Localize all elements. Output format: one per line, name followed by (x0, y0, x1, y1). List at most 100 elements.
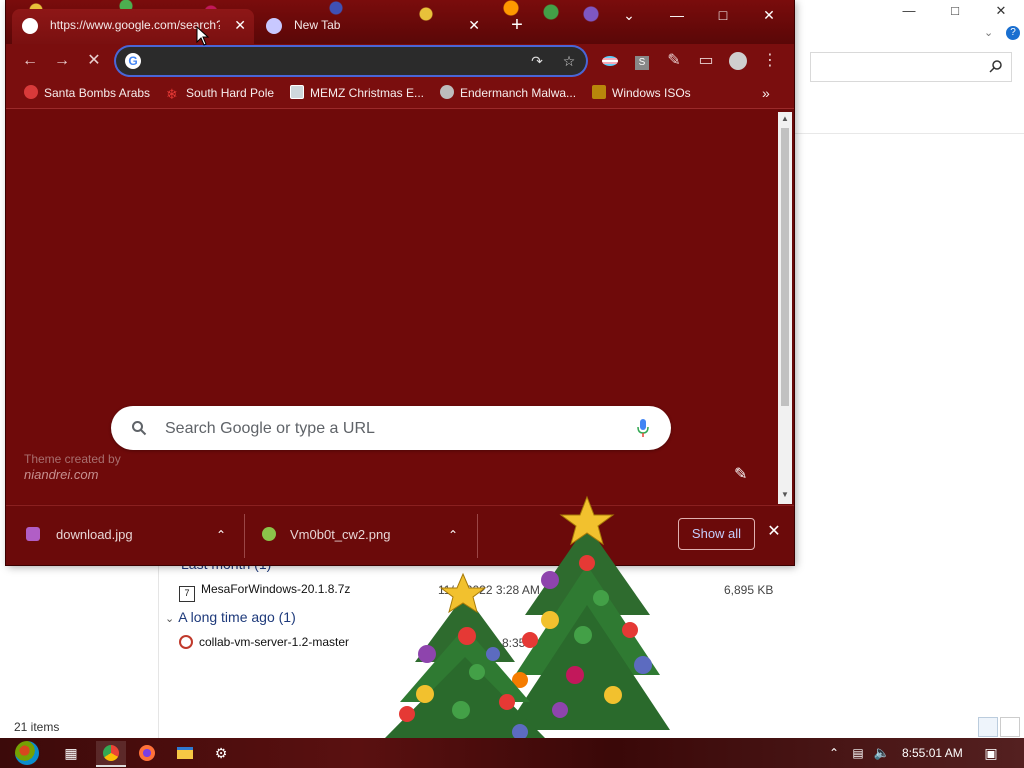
browser-toolbar: ← → ✕ G ↷ ☆ S ✎ ▭ ⋮ (6, 44, 794, 78)
chrome-window: https://www.google.com/search? ✕ New Tab… (6, 0, 794, 565)
bookmark-endermanch-malware[interactable]: Endermanch Malwa... (440, 84, 576, 102)
tiles-view-icon[interactable] (1000, 717, 1020, 737)
mouse-cursor-icon (196, 26, 210, 46)
explorer-search-input[interactable] (810, 52, 1012, 82)
divider (244, 514, 245, 558)
notifications-icon[interactable]: ▣ (978, 741, 1004, 765)
start-button[interactable] (10, 741, 44, 765)
chevron-up-icon[interactable]: ⌃ (448, 506, 458, 564)
close-tab-icon[interactable]: ✕ (234, 9, 246, 42)
status-item-count: 21 items (14, 720, 60, 734)
theme-credit-label: Theme created by (24, 452, 121, 466)
bookmark-windows-isos[interactable]: Windows ISOs (592, 84, 691, 102)
taskbar-chrome-icon[interactable] (96, 741, 126, 767)
stop-loading-icon[interactable]: ✕ (84, 51, 104, 71)
chevron-down-icon[interactable]: ⌄ (984, 26, 993, 39)
google-search-box[interactable] (111, 406, 671, 450)
new-tab-page: Theme created by niandrei.com ✎ (6, 109, 778, 504)
scroll-down-icon[interactable]: ▼ (781, 490, 789, 499)
google-icon (22, 18, 38, 34)
menu-kebab-icon[interactable]: ⋮ (760, 51, 780, 71)
network-icon[interactable]: ▤ (846, 741, 870, 765)
search-input[interactable] (163, 418, 607, 440)
close-window-button[interactable]: ✕ (746, 0, 792, 30)
file-date: …8:35 P (490, 636, 537, 650)
image-file-icon (262, 527, 276, 541)
tab-title: New Tab (294, 18, 341, 32)
volume-icon[interactable]: 🔈 (870, 741, 894, 765)
taskbar-file-explorer-icon[interactable] (170, 741, 200, 765)
snowflake-icon: ❄ (166, 86, 178, 102)
explorer-maximize-button[interactable]: □ (932, 0, 978, 22)
bookmark-star-icon[interactable]: ☆ (560, 52, 578, 70)
search-icon (989, 60, 1002, 73)
address-input[interactable] (150, 51, 504, 73)
taskbar-clock[interactable]: 8:55:01 AM (902, 738, 968, 768)
google-icon: G (125, 53, 141, 69)
tab-search-icon[interactable]: ⌄ (606, 0, 652, 30)
explorer-close-button[interactable]: ✕ (978, 0, 1024, 22)
task-view-icon[interactable]: ▦ (56, 741, 86, 765)
theme-credit-link[interactable]: niandrei.com (24, 467, 121, 483)
divider (795, 133, 1024, 134)
file-name: MesaForWindows-20.1.8.7z (201, 582, 351, 596)
group-label: A long time ago (1) (178, 609, 296, 625)
taskbar-firefox-icon[interactable] (132, 741, 162, 765)
chevron-up-icon[interactable]: ⌃ (216, 506, 226, 564)
show-all-button[interactable]: Show all (678, 518, 755, 550)
minimize-button[interactable]: — (654, 0, 700, 30)
bookmark-label: Endermanch Malwa... (460, 86, 577, 100)
scroll-thumb[interactable] (781, 128, 789, 406)
image-icon (290, 85, 304, 99)
file-name: collab-vm-server-1.2-master (199, 635, 350, 649)
file-row[interactable]: 7 MesaForWindows-20.1.8.7z (179, 582, 350, 602)
profile-avatar-icon[interactable] (728, 51, 748, 71)
explorer-minimize-button[interactable]: — (886, 0, 932, 22)
bookmarks-bar: Santa Bombs Arabs ❄ South Hard Pole MEMZ … (6, 78, 794, 109)
close-tab-icon[interactable]: ✕ (468, 9, 480, 42)
nav-pane-divider (158, 540, 159, 738)
download-item[interactable]: download.jpg ⌃ (26, 506, 236, 564)
search-icon (132, 421, 147, 436)
file-size: 6,895 KB (724, 583, 774, 597)
new-tab-button[interactable]: + (506, 14, 528, 36)
group-header-long-ago[interactable]: ⌄ A long time ago (1) (165, 609, 296, 625)
details-view-icon[interactable] (978, 717, 998, 737)
extension-s-icon[interactable]: S (632, 51, 652, 71)
share-icon[interactable]: ↷ (528, 52, 546, 70)
chevron-up-icon[interactable]: ⌃ (822, 741, 846, 765)
bookmark-label: MEMZ Christmas E... (310, 86, 425, 100)
file-row[interactable]: collab-vm-server-1.2-master (179, 635, 349, 649)
taskbar-settings-icon[interactable]: ⚙ (206, 741, 236, 765)
page-scrollbar[interactable]: ▲ ▼ (778, 112, 792, 504)
back-icon[interactable]: ← (20, 51, 40, 71)
customize-pencil-icon[interactable]: ✎ (734, 464, 752, 483)
download-name: Vm0b0t_cw2.png (290, 527, 391, 542)
tab-google-search[interactable]: https://www.google.com/search? ✕ (12, 9, 254, 44)
skull-icon (440, 85, 454, 99)
bookmarks-overflow-icon[interactable]: » (762, 84, 770, 102)
tab-title: https://www.google.com/search? (50, 18, 220, 32)
maximize-button[interactable]: □ (700, 0, 746, 30)
santa-icon (24, 85, 38, 99)
tab-strip: https://www.google.com/search? ✕ New Tab… (6, 0, 794, 44)
file-date: 11/…2022 3:28 AM (438, 583, 540, 597)
help-icon[interactable]: ? (1006, 26, 1020, 40)
side-panel-icon[interactable]: ▭ (696, 51, 716, 71)
address-bar[interactable]: G ↷ ☆ (116, 47, 586, 75)
theme-credit: Theme created by niandrei.com (24, 451, 121, 483)
bookmark-memz-christmas[interactable]: MEMZ Christmas E... (290, 84, 424, 102)
close-icon[interactable]: ✕ (766, 524, 782, 540)
scroll-up-icon[interactable]: ▲ (781, 114, 789, 123)
download-item[interactable]: Vm0b0t_cw2.png ⌃ (262, 506, 472, 564)
bookmark-santa-bombs-arabs[interactable]: Santa Bombs Arabs (24, 84, 150, 102)
bookmark-label: South Hard Pole (186, 86, 275, 100)
extension-flag-icon[interactable] (600, 51, 620, 71)
taskbar: ▦ ⚙ ⌃ ▤ 🔈 8:55:01 AM ▣ (0, 738, 1024, 768)
tab-new-tab[interactable]: New Tab ✕ (256, 9, 488, 44)
microphone-icon[interactable] (637, 418, 649, 438)
package-icon (179, 635, 193, 649)
forward-icon[interactable]: → (52, 51, 72, 71)
bookmark-south-hard-pole[interactable]: ❄ South Hard Pole (166, 84, 274, 102)
extensions-puzzle-icon[interactable]: ✎ (664, 51, 684, 71)
